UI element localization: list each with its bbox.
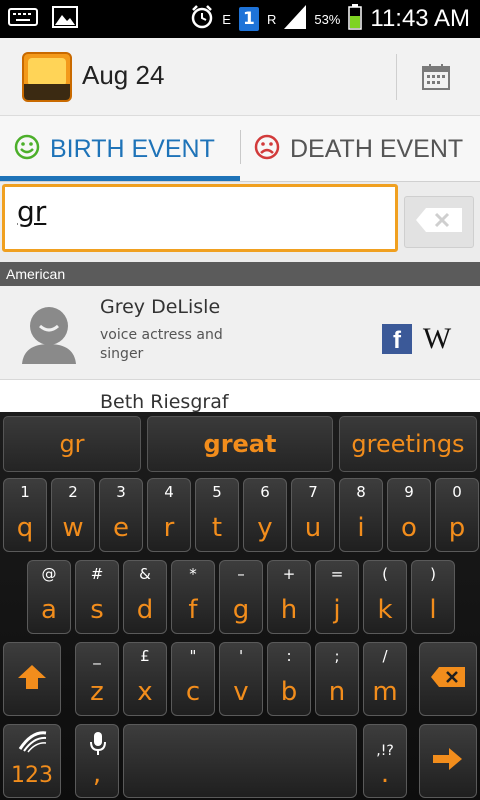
enter-key[interactable] <box>419 724 477 798</box>
backspace-key[interactable] <box>419 642 477 716</box>
key-r[interactable]: 4r <box>147 478 191 552</box>
microphone-icon <box>89 731 107 761</box>
key-i[interactable]: 8i <box>339 478 383 552</box>
key-g[interactable]: – g <box>219 560 263 634</box>
facebook-button[interactable]: f <box>382 324 412 354</box>
key-n[interactable]: ; n <box>315 642 359 716</box>
battery-percent: 53% <box>314 11 341 27</box>
tab-separator <box>240 130 241 164</box>
signal-letter: R <box>266 11 277 27</box>
tab-label: DEATH EVENT <box>290 134 464 163</box>
suggestion-1[interactable]: gr <box>3 416 141 472</box>
key-s[interactable]: # s <box>75 560 119 634</box>
swiftkey-icon <box>18 731 48 757</box>
status-bar: E 1 R 53% 11:43 AM <box>0 0 480 38</box>
backspace-icon <box>431 667 465 691</box>
key-u[interactable]: 7u <box>291 478 335 552</box>
search-input[interactable]: gr <box>2 184 398 252</box>
suggestion-2[interactable]: great <box>147 416 333 472</box>
key-z[interactable]: _ z <box>75 642 119 716</box>
app-logo[interactable] <box>22 52 72 102</box>
keyboard-icon <box>8 7 38 31</box>
tab-death-event[interactable]: DEATH EVENT <box>254 116 480 182</box>
event-tabs: BIRTH EVENT DEATH EVENT <box>0 116 480 182</box>
suggestion-3[interactable]: greetings <box>339 416 477 472</box>
battery-icon <box>348 4 363 34</box>
tab-label: BIRTH EVENT <box>50 134 215 163</box>
key-h[interactable]: + h <box>267 560 311 634</box>
period-key[interactable]: ,!?. <box>363 724 407 798</box>
key-d[interactable]: & d <box>123 560 167 634</box>
key-v[interactable]: ' v <box>219 642 263 716</box>
key-x[interactable]: £ x <box>123 642 167 716</box>
key-c[interactable]: " c <box>171 642 215 716</box>
backspace-clear-icon <box>416 208 462 236</box>
clock: 11:43 AM <box>370 5 470 32</box>
key-b[interactable]: :b <box>267 642 311 716</box>
space-key[interactable] <box>123 724 357 798</box>
search-bar: gr <box>0 182 480 262</box>
key-e[interactable]: 3e <box>99 478 143 552</box>
image-icon <box>52 6 78 32</box>
avatar-icon <box>18 302 80 364</box>
sad-face-icon <box>254 134 280 164</box>
clear-search-button[interactable] <box>404 196 474 248</box>
key-m[interactable]: / m <box>363 642 407 716</box>
person-name: Beth Riesgraf <box>100 391 229 413</box>
action-bar-divider <box>396 54 397 100</box>
key-j[interactable]: = j <box>315 560 359 634</box>
signal-icon <box>284 5 307 33</box>
key-f[interactable]: * f <box>171 560 215 634</box>
key-a[interactable]: @ a <box>27 560 71 634</box>
alarm-icon <box>190 4 214 34</box>
date-title: Aug 24 <box>82 60 165 90</box>
action-bar: Aug 24 <box>0 38 480 116</box>
key-o[interactable]: 9o <box>387 478 431 552</box>
tab-birth-event[interactable]: BIRTH EVENT <box>14 116 240 182</box>
numbers-key[interactable]: 123 <box>3 724 61 798</box>
soft-keyboard: gr great greetings 1q 2w 3e 4r 5t 6y 7u … <box>0 412 480 800</box>
list-item[interactable]: Grey DeLisle voice actress and singer f … <box>0 286 480 380</box>
arrow-right-icon <box>433 747 463 775</box>
wikipedia-button[interactable]: W <box>420 322 454 356</box>
key-w[interactable]: 2w <box>51 478 95 552</box>
happy-face-icon <box>14 134 40 164</box>
key-l[interactable]: ) l <box>411 560 455 634</box>
sim-badge: 1 <box>238 7 259 31</box>
key-t[interactable]: 5t <box>195 478 239 552</box>
comma-key[interactable]: , <box>75 724 119 798</box>
shift-arrow-icon <box>17 664 47 694</box>
section-header: American <box>0 262 480 286</box>
list-item[interactable]: Beth Riesgraf <box>0 381 480 415</box>
search-value: gr <box>17 195 47 228</box>
person-description: voice actress and singer <box>100 327 223 362</box>
shift-key[interactable] <box>3 642 61 716</box>
person-name: Grey DeLisle <box>100 296 221 318</box>
network-type: E <box>222 11 231 27</box>
key-p[interactable]: 0p <box>435 478 479 552</box>
calendar-icon[interactable] <box>420 62 452 92</box>
key-q[interactable]: 1q <box>3 478 47 552</box>
key-k[interactable]: (k <box>363 560 407 634</box>
key-y[interactable]: 6y <box>243 478 287 552</box>
